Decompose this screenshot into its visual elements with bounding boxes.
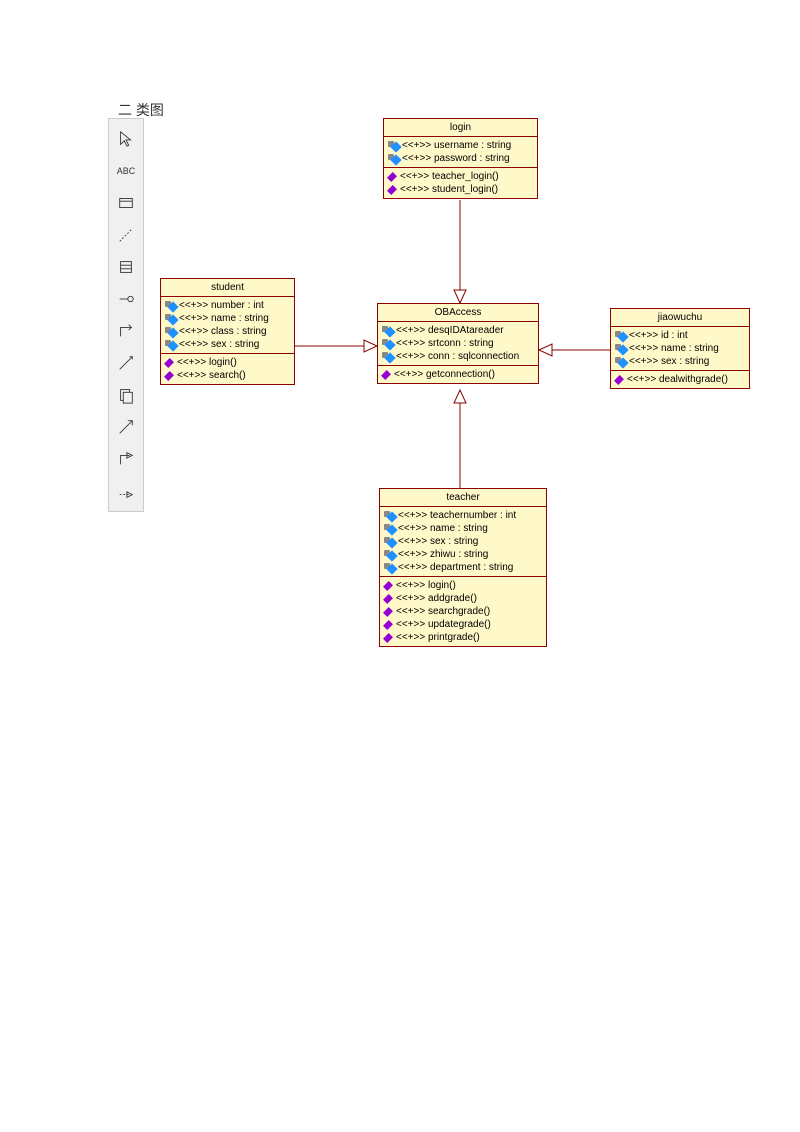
- interface-tool[interactable]: [112, 285, 140, 313]
- class-name: OBAccess: [378, 304, 538, 322]
- package-tool[interactable]: [112, 253, 140, 281]
- arrow-student-obaccess: [295, 336, 377, 356]
- uml-toolbar: ABC: [108, 118, 144, 512]
- note-tool[interactable]: [112, 189, 140, 217]
- class-student[interactable]: student <<+>> number : int <<+>> name : …: [160, 278, 295, 385]
- elbow2-tool[interactable]: [112, 445, 140, 473]
- class-methods: <<+>> dealwithgrade(): [611, 371, 749, 388]
- class-attributes: <<+>> id : int <<+>> name : string <<+>>…: [611, 327, 749, 371]
- class-attributes: <<+>> teachernumber : int <<+>> name : s…: [380, 507, 546, 577]
- class-login[interactable]: login <<+>> username : string <<+>> pass…: [383, 118, 538, 199]
- class-methods: <<+>> login() <<+>> search(): [161, 354, 294, 384]
- class-teacher[interactable]: teacher <<+>> teachernumber : int <<+>> …: [379, 488, 547, 647]
- diagram-canvas: login <<+>> username : string <<+>> pass…: [145, 118, 760, 1092]
- page-title: 二 类图: [118, 100, 164, 120]
- class-name: jiaowuchu: [611, 309, 749, 327]
- class-jiaowuchu[interactable]: jiaowuchu <<+>> id : int <<+>> name : st…: [610, 308, 750, 389]
- elbow-tool[interactable]: [112, 317, 140, 345]
- class-attributes: <<+>> username : string <<+>> password :…: [384, 137, 537, 168]
- class-methods: <<+>> teacher_login() <<+>> student_logi…: [384, 168, 537, 198]
- class-methods: <<+>> getconnection(): [378, 366, 538, 383]
- text-tool[interactable]: ABC: [112, 157, 140, 185]
- class-name: login: [384, 119, 537, 137]
- class-name: student: [161, 279, 294, 297]
- arrow-login-obaccess: [450, 200, 470, 303]
- arrow-teacher-obaccess: [450, 390, 470, 488]
- line-tool[interactable]: [112, 221, 140, 249]
- arrow-jiaowuchu-obaccess: [539, 340, 610, 360]
- arrow-tool[interactable]: [112, 413, 140, 441]
- class-name: teacher: [380, 489, 546, 507]
- class-methods: <<+>> login() <<+>> addgrade() <<+>> sea…: [380, 577, 546, 646]
- class-obaccess[interactable]: OBAccess <<+>> desqIDAtareader <<+>> srt…: [377, 303, 539, 384]
- class-attributes: <<+>> number : int <<+>> name : string <…: [161, 297, 294, 354]
- dashed-line-tool[interactable]: [112, 349, 140, 377]
- dashed-arrow-tool[interactable]: [112, 477, 140, 505]
- class-attributes: <<+>> desqIDAtareader <<+>> srtconn : st…: [378, 322, 538, 366]
- copy-tool[interactable]: [112, 381, 140, 409]
- pointer-tool[interactable]: [112, 125, 140, 153]
